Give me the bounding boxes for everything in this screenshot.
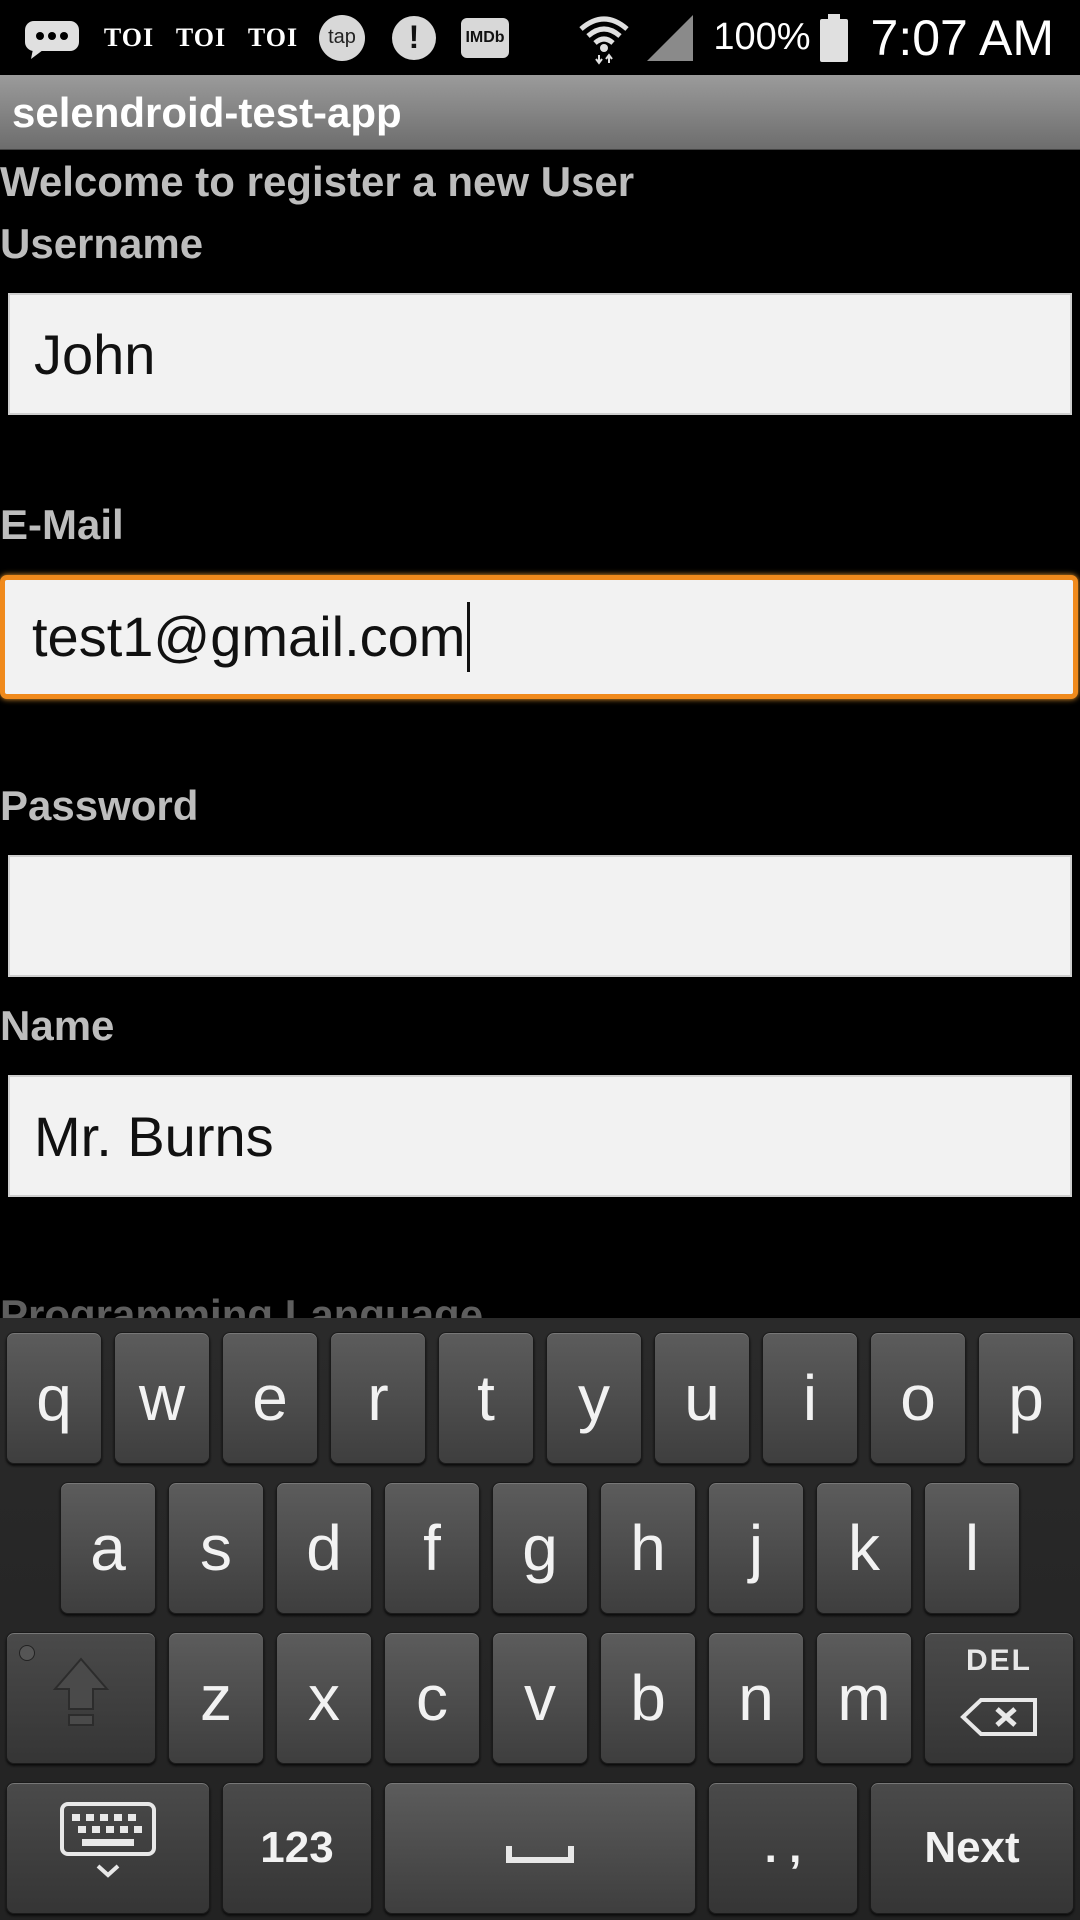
name-value: Mr. Burns	[34, 1105, 274, 1168]
key-h[interactable]: h	[600, 1482, 696, 1614]
email-value: test1@gmail.com	[32, 605, 466, 668]
name-label: Name	[0, 1002, 115, 1049]
key-u[interactable]: u	[654, 1332, 750, 1464]
delete-key[interactable]: DEL	[924, 1632, 1074, 1764]
shift-icon	[51, 1655, 111, 1742]
numbers-key[interactable]: 123	[222, 1782, 372, 1914]
key-n[interactable]: n	[708, 1632, 804, 1764]
shift-indicator-dot	[19, 1645, 35, 1661]
key-q[interactable]: q	[6, 1332, 102, 1464]
key-l[interactable]: l	[924, 1482, 1020, 1614]
key-v[interactable]: v	[492, 1632, 588, 1764]
delete-label: DEL	[966, 1644, 1032, 1677]
key-b[interactable]: b	[600, 1632, 696, 1764]
battery-icon	[819, 13, 849, 63]
key-m[interactable]: m	[816, 1632, 912, 1764]
key-s[interactable]: s	[168, 1482, 264, 1614]
welcome-text: Welcome to register a new User	[0, 158, 635, 205]
status-bar: TOI TOI TOI tap ! IMDb 100% 7:07 AM	[0, 0, 1080, 75]
key-z[interactable]: z	[168, 1632, 264, 1764]
username-field[interactable]: John	[8, 293, 1072, 415]
programming-language-label: Programming Language	[0, 1291, 484, 1318]
battery-percent: 100%	[713, 16, 811, 58]
key-y[interactable]: y	[546, 1332, 642, 1464]
toi-icon: TOI	[103, 22, 155, 52]
username-label: Username	[0, 220, 204, 267]
key-a[interactable]: a	[60, 1482, 156, 1614]
keyboard-icon	[58, 1800, 158, 1897]
punctuation-key[interactable]: . ,	[708, 1782, 858, 1914]
space-key[interactable]	[384, 1782, 696, 1914]
backspace-icon	[959, 1678, 1039, 1752]
password-field[interactable]	[8, 855, 1072, 977]
name-field[interactable]: Mr. Burns	[8, 1075, 1072, 1197]
keyboard-settings-key[interactable]	[6, 1782, 210, 1914]
email-label: E-Mail	[0, 501, 124, 548]
clock: 7:07 AM	[870, 9, 1054, 66]
key-i[interactable]: i	[762, 1332, 858, 1464]
space-icon	[505, 1811, 575, 1885]
password-label: Password	[0, 782, 199, 829]
key-j[interactable]: j	[708, 1482, 804, 1614]
alert-icon: !	[390, 0, 438, 75]
chat-bubble-icon	[22, 0, 82, 75]
username-value: John	[34, 323, 156, 386]
key-d[interactable]: d	[276, 1482, 372, 1614]
key-k[interactable]: k	[816, 1482, 912, 1614]
imdb-icon: IMDb	[460, 0, 510, 75]
wifi-icon	[577, 11, 631, 65]
key-g[interactable]: g	[492, 1482, 588, 1614]
tap-icon: tap	[318, 0, 366, 75]
text-cursor	[467, 602, 471, 673]
soft-keyboard: q w e r t y u i o p a s d f g h j k l z …	[0, 1318, 1080, 1920]
key-w[interactable]: w	[114, 1332, 210, 1464]
key-c[interactable]: c	[384, 1632, 480, 1764]
key-e[interactable]: e	[222, 1332, 318, 1464]
toi-icon: TOI	[175, 22, 227, 52]
next-key[interactable]: Next	[870, 1782, 1074, 1914]
key-r[interactable]: r	[330, 1332, 426, 1464]
action-bar: selendroid-test-app	[0, 75, 1080, 150]
key-x[interactable]: x	[276, 1632, 372, 1764]
key-o[interactable]: o	[870, 1332, 966, 1464]
toi-icon: TOI	[247, 22, 299, 52]
shift-key[interactable]	[6, 1632, 156, 1764]
key-t[interactable]: t	[438, 1332, 534, 1464]
app-title: selendroid-test-app	[12, 89, 402, 136]
email-field[interactable]: test1@gmail.com	[0, 575, 1078, 699]
key-f[interactable]: f	[384, 1482, 480, 1614]
signal-icon	[645, 13, 695, 63]
key-p[interactable]: p	[978, 1332, 1074, 1464]
